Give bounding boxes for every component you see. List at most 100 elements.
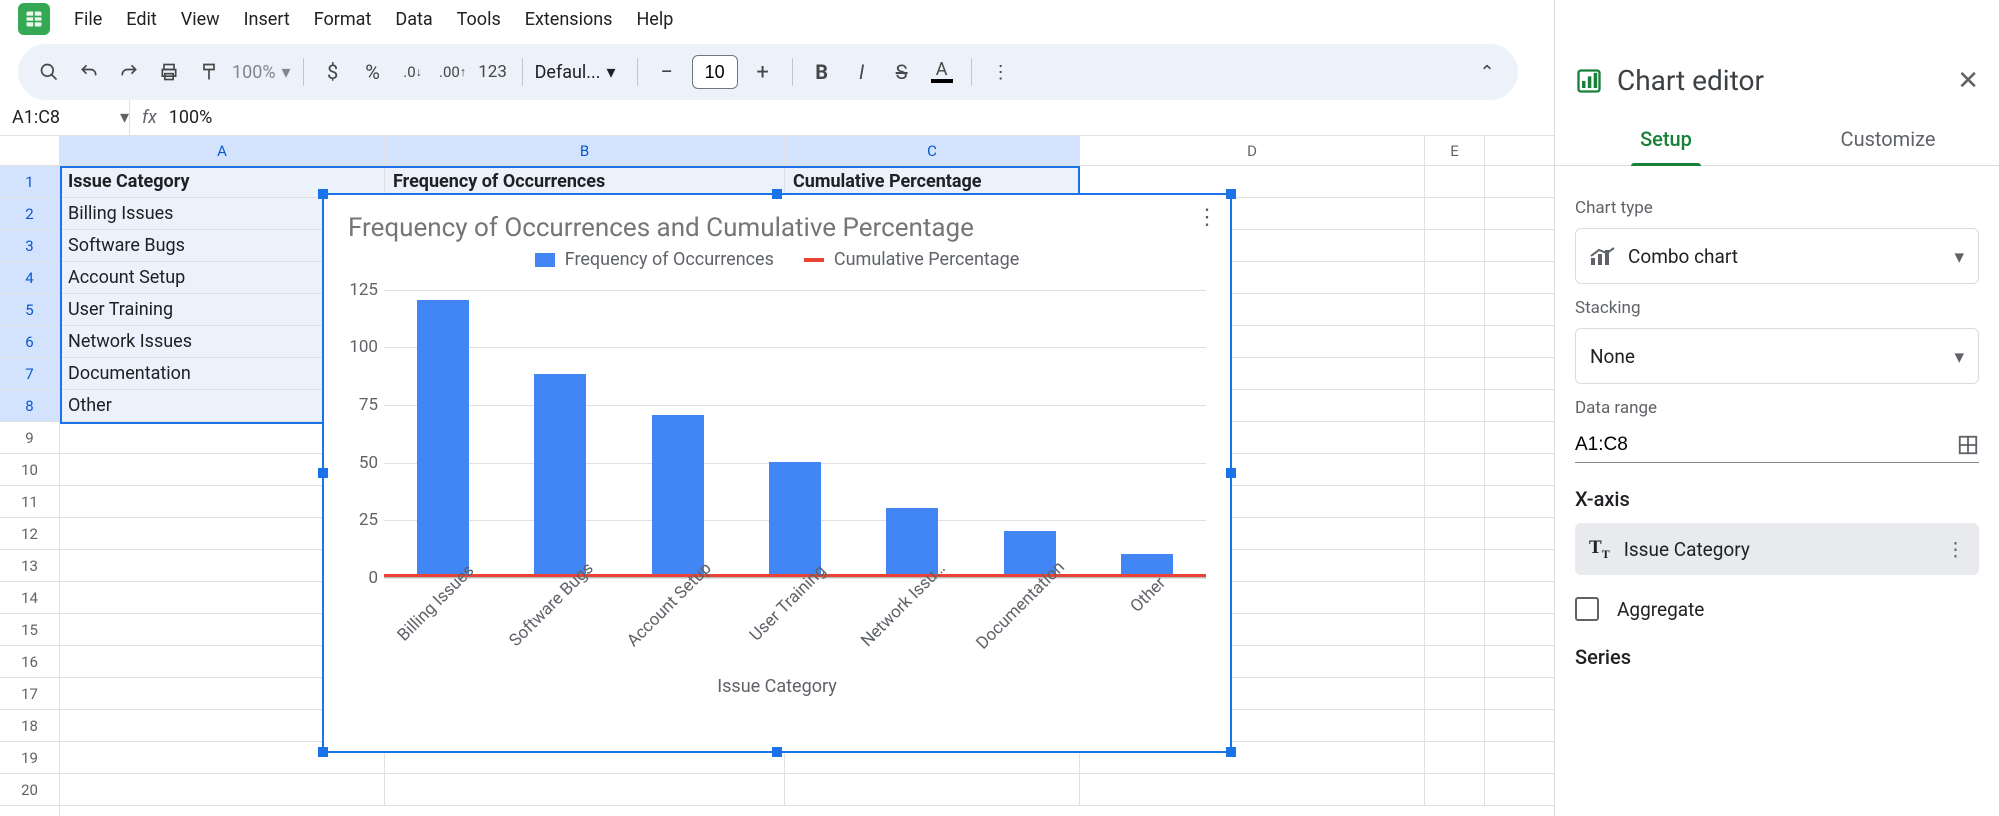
resize-handle[interactable] (772, 747, 782, 757)
cell[interactable] (1425, 646, 1485, 677)
resize-handle[interactable] (318, 747, 328, 757)
row-header[interactable]: 3 (0, 230, 59, 262)
resize-handle[interactable] (1226, 189, 1236, 199)
print-icon[interactable] (152, 55, 186, 89)
menu-data[interactable]: Data (395, 9, 432, 30)
more-toolbar-icon[interactable]: ⋮ (984, 55, 1018, 89)
cell[interactable] (1425, 774, 1485, 805)
menu-file[interactable]: File (74, 9, 102, 30)
menu-format[interactable]: Format (314, 9, 372, 30)
tab-customize[interactable]: Customize (1777, 111, 1999, 165)
cell[interactable] (1425, 358, 1485, 389)
row-header[interactable]: 18 (0, 710, 59, 742)
row-header[interactable]: 6 (0, 326, 59, 358)
cell[interactable] (785, 774, 1080, 805)
resize-handle[interactable] (1226, 468, 1236, 478)
resize-handle[interactable] (772, 189, 782, 199)
cell[interactable] (1425, 422, 1485, 453)
col-header-a[interactable]: A (60, 136, 385, 165)
numfmt-123-icon[interactable]: 123 (476, 55, 510, 89)
aggregate-checkbox[interactable]: Aggregate (1575, 597, 1979, 621)
row-header[interactable]: 9 (0, 422, 59, 454)
cell[interactable] (1425, 198, 1485, 229)
row-header[interactable]: 7 (0, 358, 59, 390)
cell[interactable] (1425, 486, 1485, 517)
cell[interactable] (1425, 262, 1485, 293)
cell[interactable] (1425, 230, 1485, 261)
menu-tools[interactable]: Tools (457, 9, 501, 30)
menu-edit[interactable]: Edit (126, 9, 156, 30)
tab-setup[interactable]: Setup (1555, 111, 1777, 165)
menu-extensions[interactable]: Extensions (525, 9, 613, 30)
formula-input[interactable]: 100% (169, 107, 213, 128)
name-box[interactable]: A1:C8 ▾ (0, 100, 130, 135)
cell[interactable] (1425, 326, 1485, 357)
close-icon[interactable]: ✕ (1957, 66, 1979, 96)
row-header[interactable]: 13 (0, 550, 59, 582)
cell[interactable] (1425, 710, 1485, 741)
menu-view[interactable]: View (181, 9, 220, 30)
chart[interactable]: ⋮ Frequency of Occurrences and Cumulativ… (322, 193, 1232, 753)
font-size-inc[interactable]: + (746, 55, 780, 89)
row-header[interactable]: 1 (0, 166, 59, 198)
collapse-toolbar-icon[interactable]: ⌃ (1470, 55, 1504, 89)
zoom-select[interactable]: 100% ▾ (232, 62, 291, 83)
cell[interactable] (385, 774, 785, 805)
font-size-dec[interactable]: − (650, 55, 684, 89)
row-header[interactable]: 8 (0, 390, 59, 422)
row-header[interactable]: 12 (0, 518, 59, 550)
more-icon[interactable]: ⋮ (1946, 538, 1965, 561)
cell[interactable] (1425, 550, 1485, 581)
menu-help[interactable]: Help (636, 9, 673, 30)
cell[interactable] (60, 774, 385, 805)
row-header[interactable]: 14 (0, 582, 59, 614)
redo-icon[interactable] (112, 55, 146, 89)
cell[interactable] (1425, 518, 1485, 549)
row-header[interactable]: 16 (0, 646, 59, 678)
row-header[interactable]: 2 (0, 198, 59, 230)
col-header-b[interactable]: B (385, 136, 785, 165)
font-size-input[interactable] (692, 55, 738, 89)
cell[interactable] (1425, 678, 1485, 709)
col-header-d[interactable]: D (1080, 136, 1425, 165)
text-color-icon[interactable]: A (925, 55, 959, 89)
increase-decimal-icon[interactable]: .00↑ (436, 55, 470, 89)
row-header[interactable]: 11 (0, 486, 59, 518)
resize-handle[interactable] (318, 189, 328, 199)
cell[interactable] (1080, 774, 1425, 805)
col-header-e[interactable]: E (1425, 136, 1485, 165)
xaxis-field[interactable]: TT Issue Category ⋮ (1575, 523, 1979, 575)
row-header[interactable]: 5 (0, 294, 59, 326)
select-range-icon[interactable] (1957, 434, 1979, 456)
undo-icon[interactable] (72, 55, 106, 89)
cell[interactable] (1425, 582, 1485, 613)
cell[interactable] (1425, 294, 1485, 325)
cell[interactable] (1425, 614, 1485, 645)
select-all-corner[interactable] (0, 136, 59, 166)
resize-handle[interactable] (1226, 747, 1236, 757)
italic-icon[interactable]: I (845, 55, 879, 89)
resize-handle[interactable] (318, 468, 328, 478)
row-header[interactable]: 19 (0, 742, 59, 774)
menu-insert[interactable]: Insert (244, 9, 290, 30)
stacking-select[interactable]: None ▾ (1575, 328, 1979, 384)
bold-icon[interactable]: B (805, 55, 839, 89)
col-header-c[interactable]: C (785, 136, 1080, 165)
data-range-input[interactable] (1575, 434, 1957, 456)
row-header[interactable]: 20 (0, 774, 59, 806)
row-header[interactable]: 10 (0, 454, 59, 486)
cell[interactable] (1425, 390, 1485, 421)
currency-icon[interactable]: $ (316, 55, 350, 89)
cell[interactable] (1425, 454, 1485, 485)
chart-more-icon[interactable]: ⋮ (1196, 205, 1218, 230)
search-icon[interactable] (32, 55, 66, 89)
row-header[interactable]: 4 (0, 262, 59, 294)
paint-format-icon[interactable] (192, 55, 226, 89)
chart-type-select[interactable]: Combo chart ▾ (1575, 228, 1979, 284)
row-header[interactable]: 17 (0, 678, 59, 710)
row-header[interactable]: 15 (0, 614, 59, 646)
font-family-select[interactable]: Defaul... ▾ (535, 62, 625, 83)
percent-icon[interactable]: % (356, 55, 390, 89)
strike-icon[interactable]: S (885, 55, 919, 89)
cell[interactable] (1425, 742, 1485, 773)
